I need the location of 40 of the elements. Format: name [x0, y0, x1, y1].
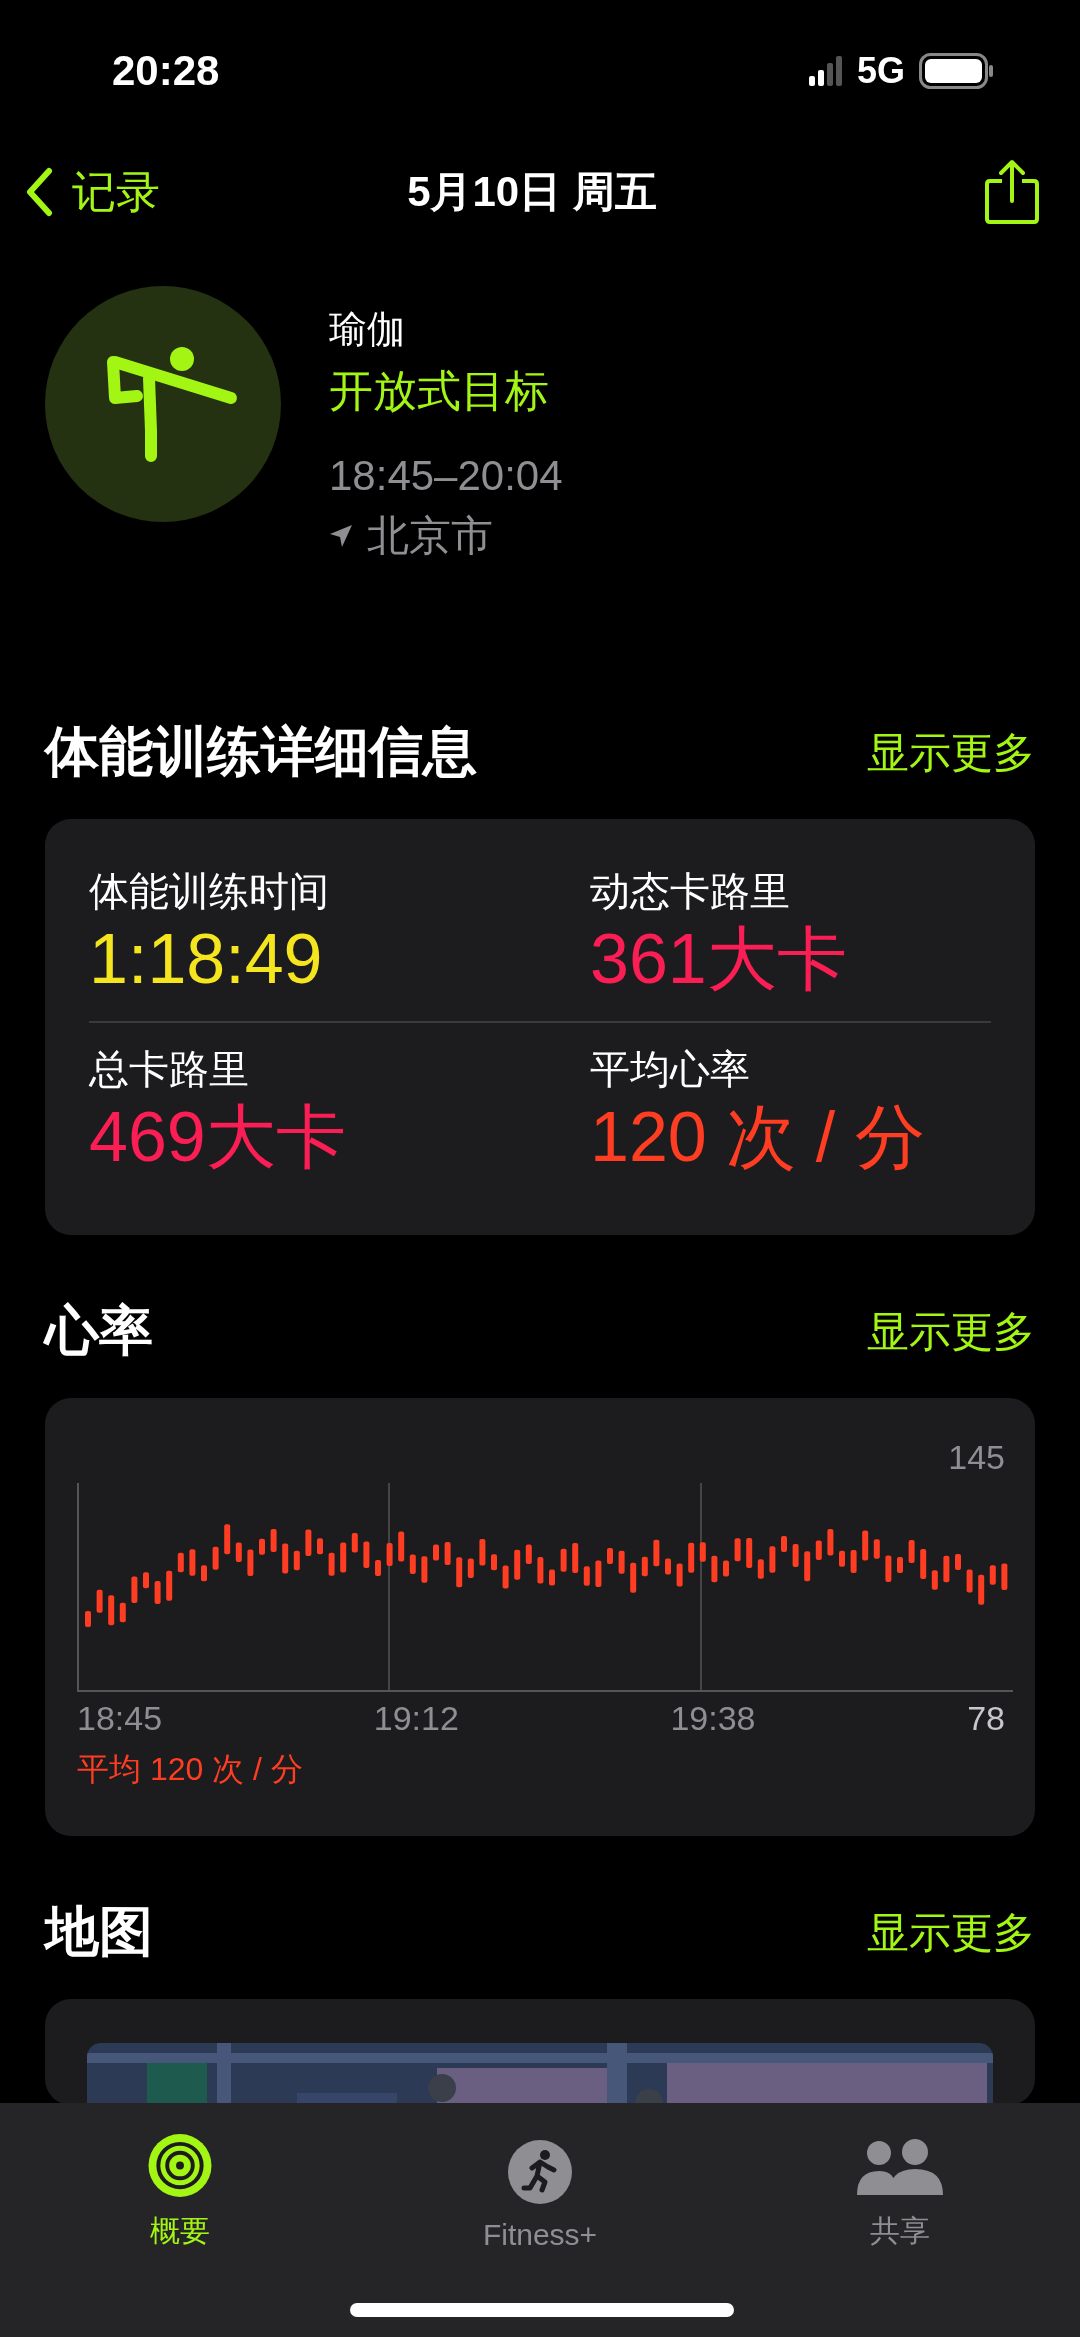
- workout-name: 瑜伽: [329, 307, 406, 352]
- back-button[interactable]: 记录: [24, 162, 160, 222]
- metric-value: 361大卡: [590, 919, 848, 1000]
- show-more-link[interactable]: 显示更多: [867, 724, 1035, 781]
- time-label: 18:45: [77, 1699, 164, 1738]
- min-value: 78: [967, 1699, 1005, 1738]
- metric-value: 120 次 / 分: [590, 1097, 926, 1178]
- signal-icon: [808, 54, 843, 88]
- metric-label: 体能训练时间: [89, 868, 330, 915]
- tab[interactable]: 共享: [780, 2133, 1020, 2253]
- runner-icon: [508, 2140, 572, 2204]
- page-title: 5月10日 周五: [407, 167, 657, 217]
- max-value: 145: [948, 1438, 1005, 1477]
- workout-time: 18:45–20:04: [329, 451, 563, 501]
- yoga-icon: [45, 286, 281, 522]
- show-more-link[interactable]: 显示更多: [867, 1904, 1035, 1961]
- metric-label: 总卡路里: [89, 1046, 250, 1093]
- tab[interactable]: 概要: [60, 2133, 300, 2253]
- show-more-link[interactable]: 显示更多: [867, 1303, 1035, 1360]
- network-label: 5G: [856, 50, 905, 92]
- battery-icon: [919, 53, 995, 89]
- time-label: 19:12: [373, 1699, 460, 1738]
- metric-value: 1:18:49: [89, 919, 324, 1000]
- location-arrow-icon: [329, 524, 353, 548]
- section-title: 心率: [45, 1299, 153, 1362]
- average-heart-rate: 平均 120 次 / 分: [77, 1750, 304, 1789]
- metric-label: 平均心率: [590, 1046, 751, 1093]
- share-icon[interactable]: [984, 159, 1040, 225]
- tab[interactable]: Fitness+: [420, 2133, 660, 2253]
- chevron-left-icon: [24, 167, 54, 217]
- people-icon: [857, 2139, 943, 2197]
- metric-value: 469大卡: [89, 1097, 347, 1178]
- metric-label: 动态卡路里: [590, 868, 791, 915]
- workout-goal: 开放式目标: [329, 365, 550, 417]
- section-title: 体能训练详细信息: [45, 720, 477, 783]
- status-time: 20:28: [112, 47, 220, 95]
- time-label: 19:38: [670, 1699, 757, 1738]
- workout-location: 北京市: [367, 511, 493, 561]
- section-title: 地图: [45, 1900, 153, 1963]
- activity-rings-icon: [148, 2134, 212, 2197]
